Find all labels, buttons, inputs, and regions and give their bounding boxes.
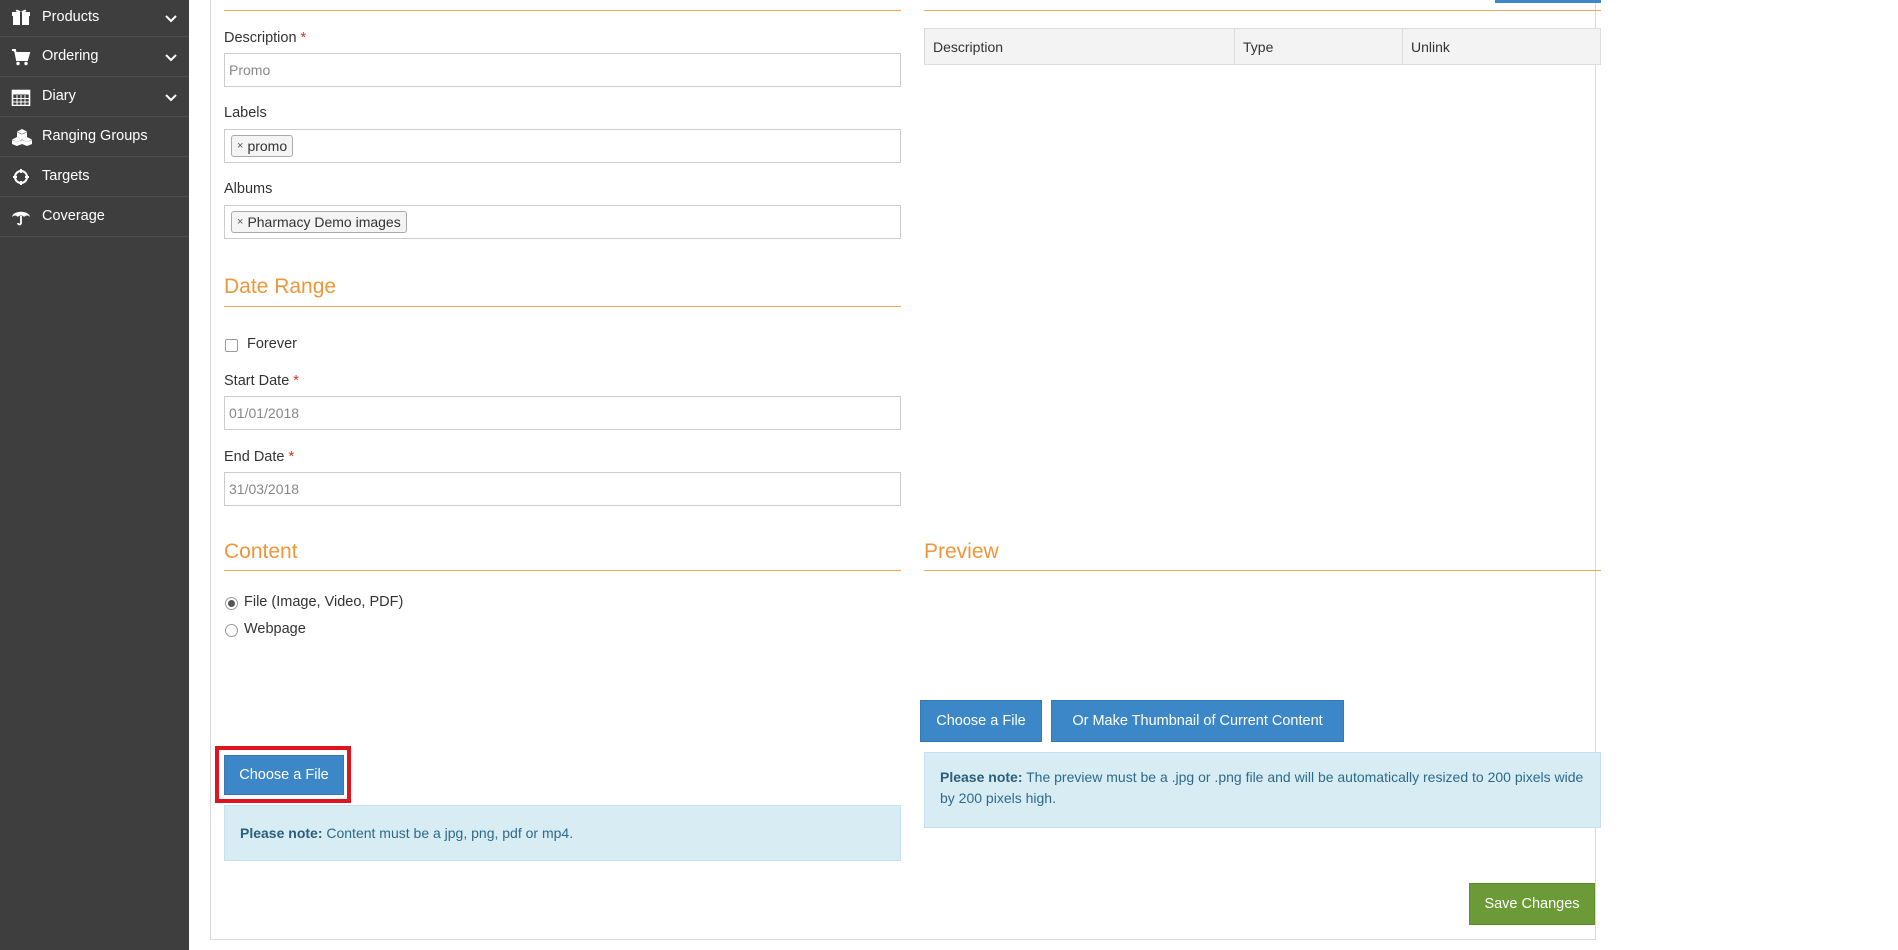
calendar-icon [11,88,31,107]
sidebar-item-label: Diary [42,88,76,104]
links-blue-button-partial[interactable] [1495,0,1601,3]
sidebar-item-label: Ordering [42,48,99,64]
sidebar-item-coverage[interactable]: Coverage [0,197,189,237]
albums-input[interactable]: × Pharmacy Demo images [224,205,901,239]
album-tag-text: Pharmacy Demo images [247,214,401,230]
album-tag: × Pharmacy Demo images [231,211,407,233]
links-col-description: Description [924,28,1235,65]
gift-icon [11,8,31,26]
links-col-type: Type [1234,28,1403,65]
date-range-title: Date Range [224,275,337,298]
make-thumbnail-button[interactable]: Or Make Thumbnail of Current Content [1051,700,1344,742]
sidebar-item-label: Targets [42,168,90,184]
preview-rule [924,570,1601,571]
description-input[interactable]: Promo [224,53,901,87]
sidebar-item-ordering[interactable]: Ordering [0,37,189,77]
sidebar-item-products[interactable]: Products [0,0,189,37]
sidebar-item-targets[interactable]: Targets [0,157,189,197]
preview-note-bold: Please note: [940,769,1023,785]
general-section-rule [224,10,901,11]
content-note-bold: Please note: [240,825,323,841]
content-rule [224,570,901,571]
description-label: Description * [224,30,306,46]
description-placeholder: Promo [229,62,271,78]
start-date-placeholder: 01/01/2018 [229,405,300,421]
chevron-down-icon [164,90,178,104]
start-date-label: Start Date * [224,373,299,389]
content-choose-file-button[interactable]: Choose a File [224,755,344,795]
cubes-icon [11,128,32,146]
sidebar-item-ranging-groups[interactable]: Ranging Groups [0,117,189,157]
required-mark: * [293,373,299,389]
chevron-down-icon [164,11,178,25]
sidebar-item-diary[interactable]: Diary [0,77,189,117]
sidebar-item-label: Ranging Groups [42,128,148,144]
content-note: Please note: Content must be a jpg, png,… [224,805,901,861]
labels-label: Labels [224,105,267,121]
tag-remove-icon[interactable]: × [237,216,243,228]
sidebar-item-label: Products [42,9,100,25]
umbrella-icon [11,208,31,226]
start-date-input[interactable]: 01/01/2018 [224,396,901,430]
preview-note: Please note: The preview must be a .jpg … [924,752,1601,828]
links-section-rule [924,10,1601,11]
end-date-label: End Date * [224,449,294,465]
content-file-label: File (Image, Video, PDF) [244,594,404,610]
labels-input[interactable]: × promo [224,129,901,163]
end-date-input[interactable]: 31/03/2018 [224,472,901,506]
crosshair-icon [11,168,31,186]
content-title: Content [224,540,298,563]
description-label-text: Description [224,30,297,46]
preview-title: Preview [924,540,999,563]
label-tag-text: promo [247,138,288,154]
label-tag: × promo [231,135,294,157]
end-date-placeholder: 31/03/2018 [229,481,300,497]
content-webpage-label: Webpage [244,621,306,637]
sidebar-item-label: Coverage [42,208,105,224]
content-editor-panel: Description * Promo Labels × promo Albums… [210,0,1601,940]
start-date-label-text: Start Date [224,373,290,389]
preview-choose-file-button[interactable]: Choose a File [920,700,1042,742]
albums-label: Albums [224,181,273,197]
preview-note-text: The preview must be a .jpg or .png file … [940,769,1584,806]
tag-remove-icon[interactable]: × [237,140,243,152]
content-note-text: Content must be a jpg, png, pdf or mp4. [326,825,574,841]
required-mark: * [300,30,307,46]
sidebar: Products Ordering Diary Ranging Groups T… [0,0,189,950]
required-mark: * [288,449,295,465]
end-date-label-text: End Date [224,449,285,465]
forever-label: Forever [247,336,297,352]
date-range-rule [224,306,901,307]
links-col-unlink: Unlink [1402,28,1601,65]
save-changes-button[interactable]: Save Changes [1469,883,1595,925]
content-file-radio[interactable] [225,597,238,610]
chevron-down-icon [164,50,178,64]
links-table: Description Type Unlink [924,28,1601,65]
content-webpage-radio[interactable] [225,624,238,637]
forever-checkbox[interactable] [225,339,238,352]
cart-icon [11,48,31,66]
